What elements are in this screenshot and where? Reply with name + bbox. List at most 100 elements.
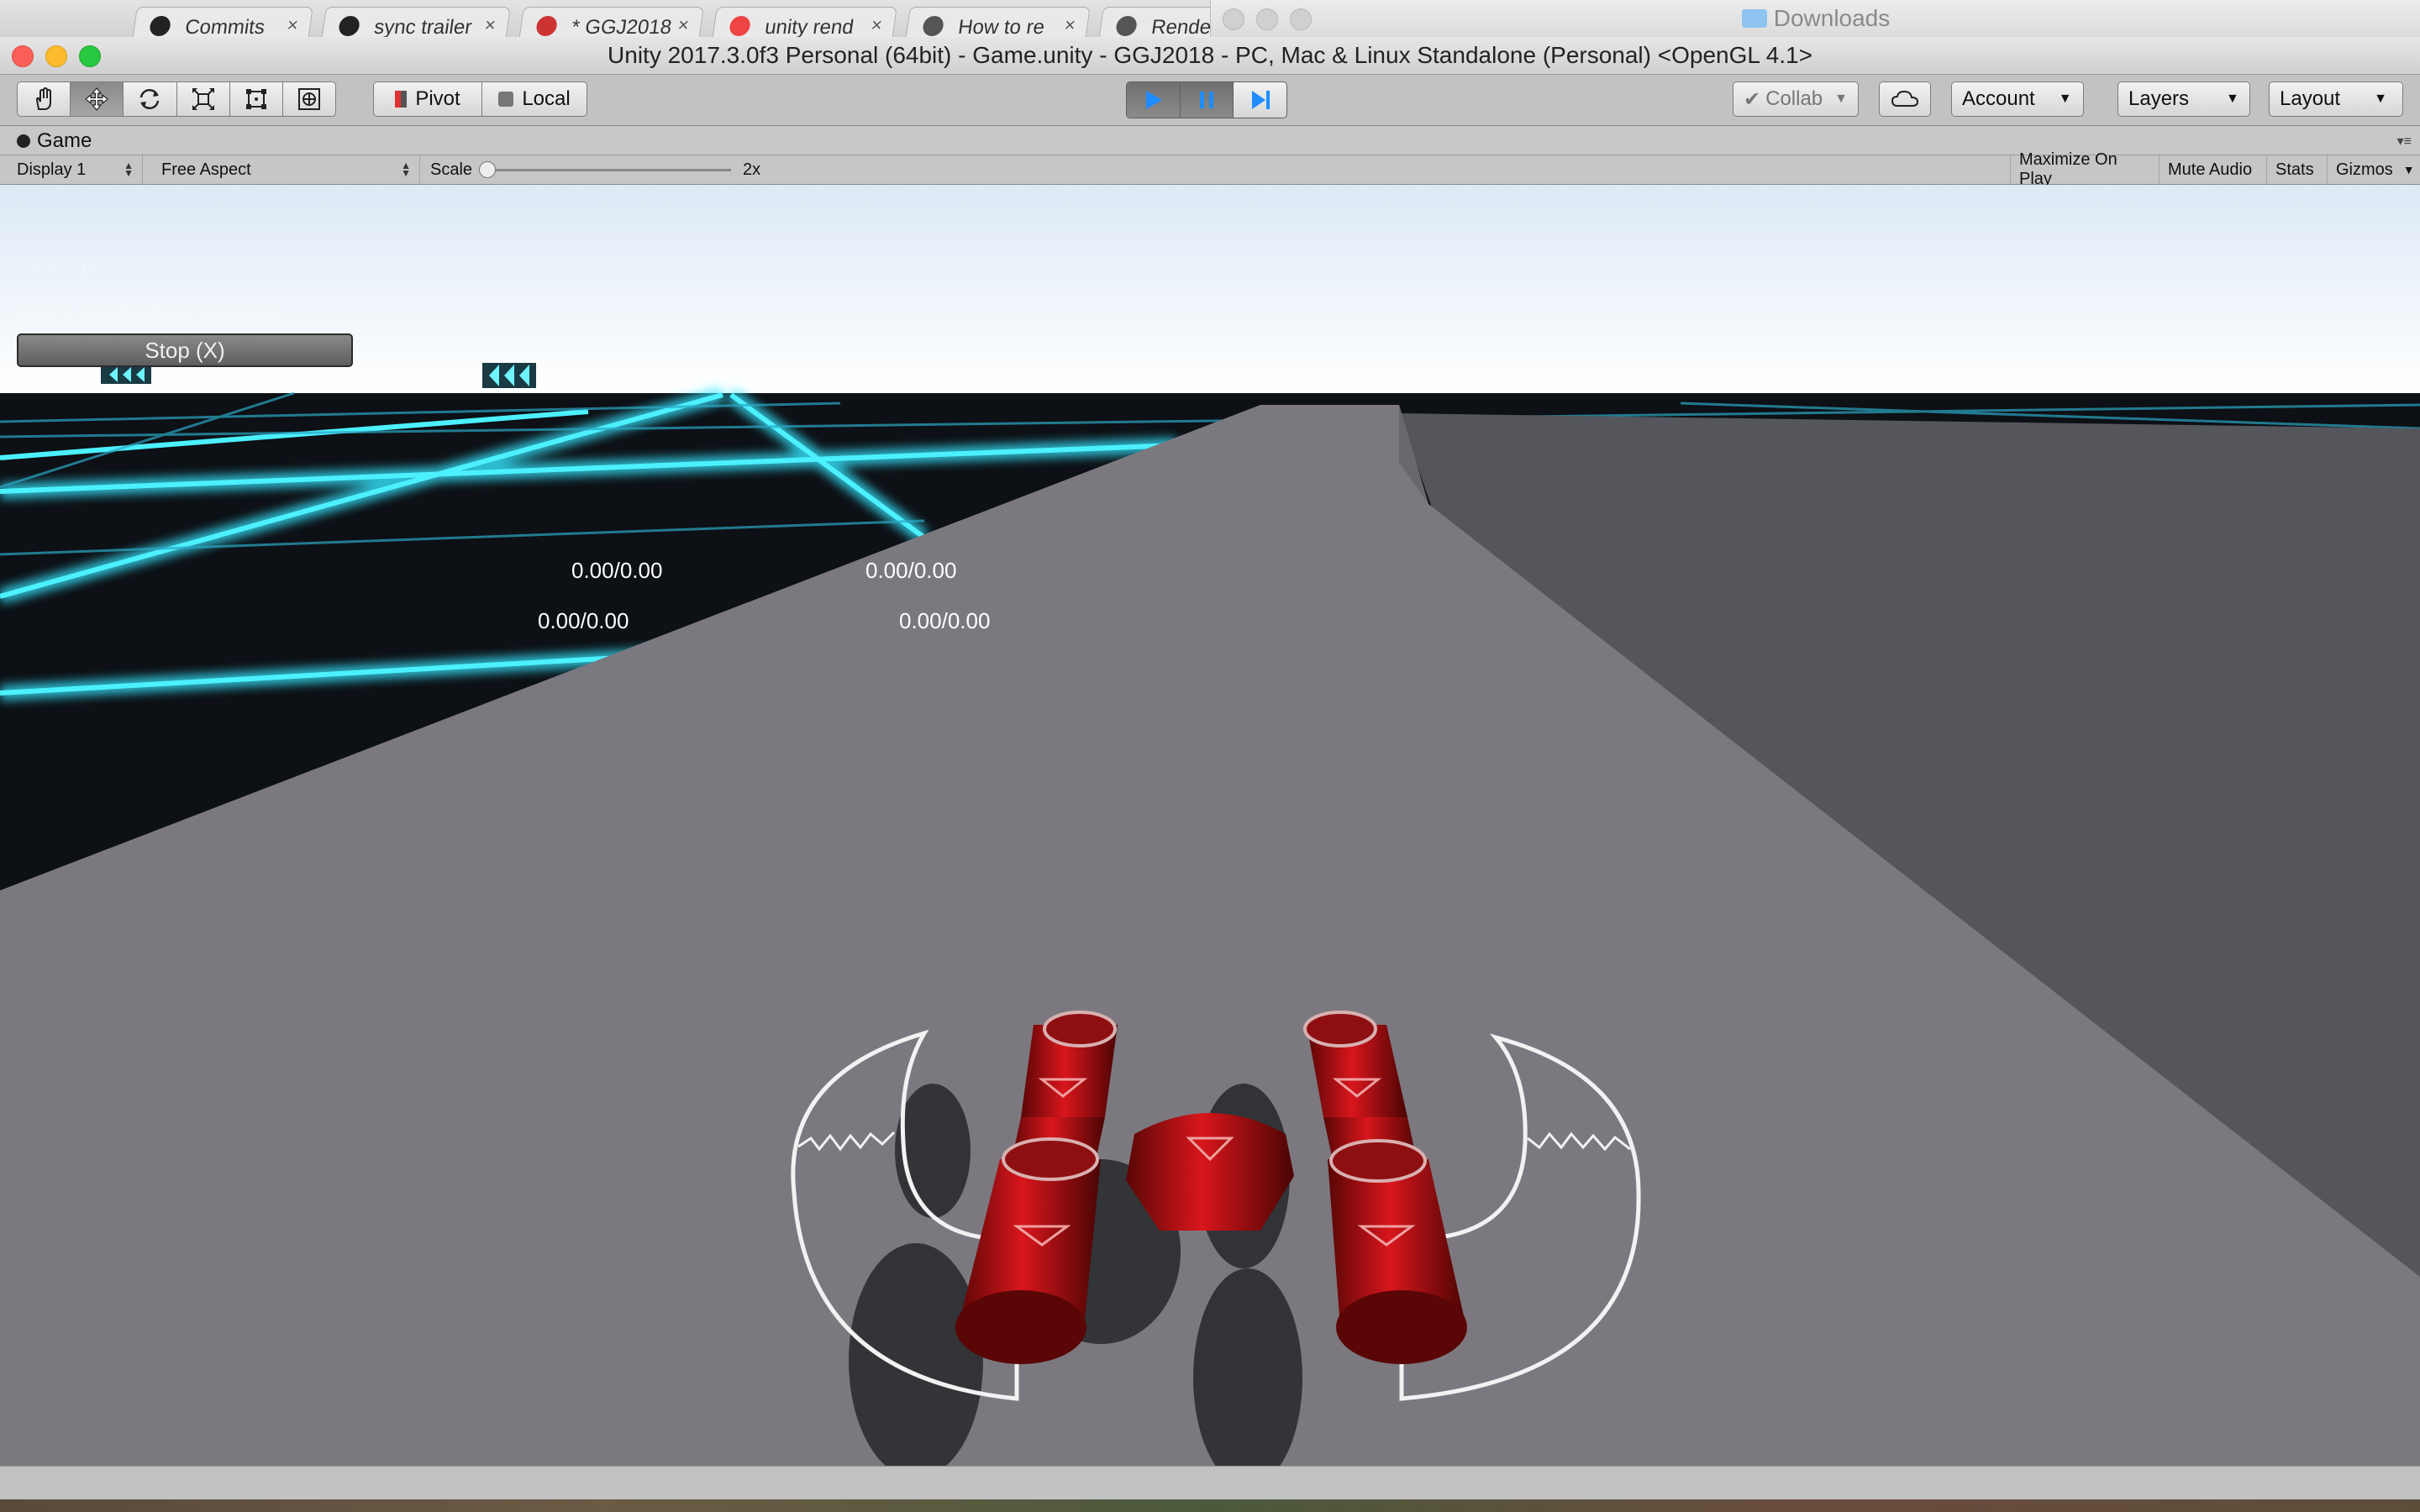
pause-button[interactable] [1180,81,1234,118]
browser-tab[interactable]: Render [1098,7,1210,37]
local-toggle[interactable]: Local [481,81,587,117]
folder-icon [1741,9,1767,28]
dropdown-arrow-icon: ▼ [1834,92,1848,106]
stop-button[interactable]: Stop (X) [17,333,353,367]
browser-tab[interactable]: * GGJ2018 × [518,7,704,37]
play-icon [1146,91,1163,109]
finder-window-titlebar: Downloads [1210,0,2420,37]
browser-tab[interactable]: How to re × [905,7,1091,37]
game-scene [0,185,2420,1466]
rotate-tool-button[interactable] [123,81,176,117]
browser-tab[interactable]: Commits × [132,7,313,37]
browser-tab-label: Render [1150,16,1210,37]
tab-game-label: Game [37,129,92,152]
finder-title-text: Downloads [1773,5,1891,31]
dropdown-arrow-icon: ▼ [2402,163,2415,176]
unity-titlebar: Unity 2017.3.0f3 Personal (64bit) - Game… [0,37,2420,75]
rect-tool-button[interactable] [229,81,282,117]
site-icon [921,16,945,36]
local-label: Local [522,87,571,110]
sky [0,185,2420,393]
step-icon [1251,91,1270,109]
finder-title: Downloads [1211,5,2420,32]
browser-tab-label: * GGJ2018 [570,16,673,37]
pause-icon [1200,92,1213,108]
step-button[interactable] [1234,81,1288,118]
layers-label: Layers [2128,87,2190,110]
display-select[interactable]: Display 1 ▲ ▼ [8,155,143,184]
local-cube-icon [498,92,514,107]
readout-bottom-right: 0.00/0.00 [899,608,991,633]
dropdown-arrow-icon: ▼ [2058,92,2072,106]
stats-label: Stats [2275,160,2314,179]
hand-tool-button[interactable] [17,81,71,117]
pivot-toggle[interactable]: Pivot [373,81,482,117]
scale-control: Scale 2x [422,155,775,184]
github-icon [148,16,172,36]
browser-tab-label: How to re [956,16,1046,37]
account-label: Account [1962,87,2035,110]
transform-tool-button[interactable] [281,81,337,117]
playback-controls [1126,81,1288,118]
move-icon [85,87,109,111]
maximize-on-play-toggle[interactable]: Maximize On Play [2010,150,2160,188]
close-icon[interactable]: × [286,14,299,36]
transform-icon [297,88,320,110]
status-bar [0,1466,2420,1500]
scale-tool-button[interactable] [176,81,229,117]
close-icon[interactable]: × [483,14,497,36]
collab-label: Collab [1765,87,1823,110]
pivot-icon [395,91,408,108]
collab-dropdown[interactable]: ✔ Collab ▼ [1733,81,1859,117]
gizmos-dropdown[interactable]: Gizmos ▼ [2328,155,2420,184]
game-viewport[interactable]: Server port: 7777 Client: connected to l… [0,185,2420,1466]
doc-icon [534,16,559,36]
browser-tab-label: sync trailer [372,16,474,37]
scale-label: Scale [430,160,473,179]
mute-audio-label: Mute Audio [2168,160,2253,179]
layers-dropdown[interactable]: Layers ▼ [2118,81,2250,117]
aspect-select[interactable]: Free Aspect ▲ ▼ [153,155,420,184]
account-dropdown[interactable]: Account ▼ [1951,81,2084,117]
chevron-sign [482,363,536,388]
tab-game[interactable]: Game [17,129,92,153]
readout-top-left: 0.00/0.00 [571,558,663,583]
scale-value: 2x [743,160,761,179]
scale-slider-handle[interactable] [479,161,496,178]
background-browser-tabs: Commits × sync trailer × * GGJ2018 × unity … [0,0,1210,37]
chevron-sign [101,365,151,384]
select-arrows-icon: ▲ ▼ [124,160,134,179]
browser-tab-label: unity rend [763,16,855,37]
server-info-text: Server port: 7777 [17,252,173,275]
rotate-icon [140,89,160,109]
tab-menu-icon[interactable]: ▾≡ [2397,133,2412,150]
play-button[interactable] [1126,81,1181,118]
layout-dropdown[interactable]: Layout ▼ [2269,81,2403,117]
cloud-button[interactable] [1879,81,1931,117]
dropdown-arrow-icon: ▼ [2374,92,2387,106]
move-tool-button[interactable] [70,81,124,117]
dropdown-arrow-icon: ▼ [2226,92,2239,106]
pivot-label: Pivot [415,87,460,110]
client-info-text: Client: connected to localhost [17,296,281,318]
hand-icon [36,87,52,110]
browser-tab[interactable]: unity rend × [712,7,897,37]
readout-top-right: 0.00/0.00 [865,558,957,583]
browser-tab[interactable]: sync trailer × [321,7,511,37]
mute-audio-toggle[interactable]: Mute Audio [2160,155,2267,184]
google-icon [728,16,752,36]
unity-toolbar: Pivot Local ✔ Collab ▼ Account ▼ Layers … [0,75,2420,126]
close-icon[interactable]: × [870,14,883,36]
check-icon: ✔ [1744,87,1761,111]
gizmos-label: Gizmos [2336,160,2393,179]
stats-toggle[interactable]: Stats [2267,155,2328,184]
github-icon [337,16,361,36]
scale-slider-track[interactable] [487,169,731,171]
site-icon [1114,16,1139,36]
rect-icon [245,89,266,109]
close-icon[interactable]: × [1063,14,1076,36]
display-label: Display 1 [17,160,87,179]
readout-bottom-left: 0.00/0.00 [538,608,629,633]
game-view-controls: Display 1 ▲ ▼ Free Aspect ▲ ▼ Scale 2x Max… [0,150,2420,188]
close-icon[interactable]: × [676,14,690,36]
